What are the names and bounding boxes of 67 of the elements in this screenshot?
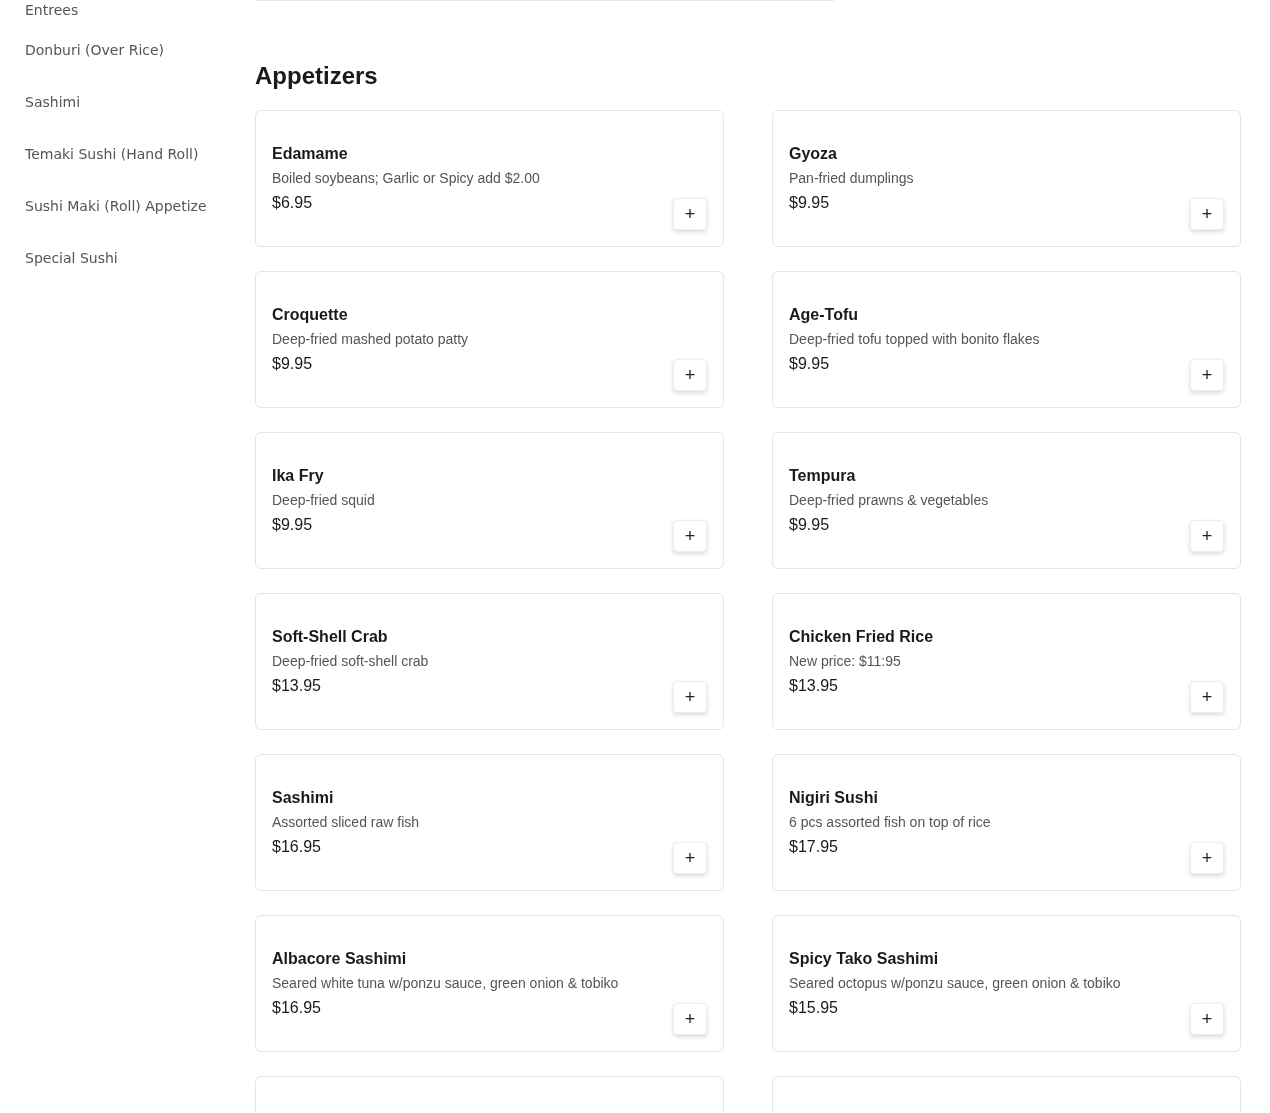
item-price: $15.95 (789, 998, 838, 1018)
item-description: 6 pcs assorted fish on top of rice (789, 813, 991, 831)
category-link[interactable]: Entrees (25, 0, 79, 24)
item-price: $16.95 (272, 837, 321, 857)
menu-item-card[interactable]: Soft-Shell Crab Deep-fried soft-shell crab $13.95 + (255, 593, 724, 730)
item-name: Nigiri Sushi (789, 788, 878, 808)
category-link[interactable]: Donburi (Over Rice) (25, 24, 165, 76)
item-name: Ika Fry (272, 466, 324, 486)
add-button[interactable]: + (673, 520, 707, 552)
menu-item-card[interactable]: Nigiri Sushi 6 pcs assorted fish on top of rice $17.95 + (772, 754, 1241, 891)
item-description: Seared octopus w/ponzu sauce, green onion & tobiko (789, 974, 1121, 992)
item-name: Chicken Fried Rice (789, 627, 934, 647)
section-title: Appetizers (255, 62, 378, 90)
add-button[interactable]: + (673, 681, 707, 713)
item-name: Tempura (789, 466, 856, 486)
item-price: $9.95 (272, 515, 313, 535)
add-button[interactable]: + (673, 1003, 707, 1035)
add-button[interactable]: + (673, 842, 707, 874)
item-price: $13.95 (789, 676, 838, 696)
add-button[interactable]: + (673, 198, 707, 230)
menu-item-card[interactable]: Ika Fry Deep-fried squid $9.95 + (255, 432, 724, 569)
menu-item-card[interactable]: Chicken Fried Rice New price: $11:95 $13.95 + (772, 593, 1241, 730)
item-description: Deep-fried tofu topped with bonito flakes (789, 330, 1040, 348)
add-button[interactable]: + (1190, 520, 1224, 552)
item-description: Boiled soybeans; Garlic or Spicy add $2.00 (272, 169, 540, 187)
item-price: $9.95 (789, 193, 830, 213)
category-link[interactable]: Sushi Maki (Roll) Appetize (25, 180, 207, 232)
item-description: Deep-fried mashed potato patty (272, 330, 469, 348)
menu-item-card[interactable]: Croquette Deep-fried mashed potato patty $9.95 + (255, 271, 724, 408)
item-price: $13.95 (272, 676, 321, 696)
menu-item-card[interactable]: Edamame Boiled soybeans; Garlic or Spicy add $2.00 $6.95 + (255, 110, 724, 247)
item-description: New price: $11:95 (789, 652, 901, 670)
item-price: $9.95 (789, 515, 830, 535)
add-button[interactable]: + (1190, 681, 1224, 713)
item-name: Age-Tofu (789, 305, 858, 325)
menu-item-card[interactable]: Gyoza Pan-fried dumplings $9.95 + (772, 110, 1241, 247)
item-description: Deep-fried soft-shell crab (272, 652, 429, 670)
item-description: Deep-fried prawns & vegetables (789, 491, 989, 509)
item-description: Pan-fried dumplings (789, 169, 914, 187)
item-description: Assorted sliced raw fish (272, 813, 420, 831)
item-name: Soft-Shell Crab (272, 627, 388, 647)
item-price: $9.95 (789, 354, 830, 374)
menu-item-card[interactable]: Age-Tofu Deep-fried tofu topped with bonito flakes $9.95 + (772, 271, 1241, 408)
add-button[interactable]: + (1190, 198, 1224, 230)
add-button[interactable]: + (1190, 359, 1224, 391)
add-button[interactable]: + (1190, 842, 1224, 874)
category-link[interactable]: Special Sushi (25, 232, 118, 284)
menu-item-card[interactable]: Spicy Tako Sashimi Seared octopus w/ponzu sauce, green onion & tobiko $15.95 + (772, 915, 1241, 1052)
add-button[interactable]: + (673, 359, 707, 391)
item-name: Croquette (272, 305, 348, 325)
item-description: Deep-fried squid (272, 491, 375, 509)
item-name: Sashimi (272, 788, 334, 808)
item-name: Albacore Sashimi (272, 949, 407, 969)
item-description: Seared white tuna w/ponzu sauce, green onion & tobiko (272, 974, 619, 992)
item-price: $16.95 (272, 998, 321, 1018)
menu-item-card[interactable]: Sashimi Assorted sliced raw fish $16.95 + (255, 754, 724, 891)
item-name: Spicy Tako Sashimi (789, 949, 939, 969)
menu-item-card[interactable]: Tempura Deep-fried prawns & vegetables $9.95 + (772, 432, 1241, 569)
item-price: $9.95 (272, 354, 313, 374)
category-link[interactable]: Temaki Sushi (Hand Roll) (25, 128, 199, 180)
menu-item-card[interactable]: Albacore Sashimi Seared white tuna w/ponzu sauce, green onion & tobiko $16.95 + (255, 915, 724, 1052)
add-button[interactable]: + (1190, 1003, 1224, 1035)
item-price: $17.95 (789, 837, 838, 857)
category-link[interactable]: Sashimi (25, 76, 81, 128)
item-price: $6.95 (272, 193, 313, 213)
item-name: Edamame (272, 144, 348, 164)
item-name: Gyoza (789, 144, 837, 164)
